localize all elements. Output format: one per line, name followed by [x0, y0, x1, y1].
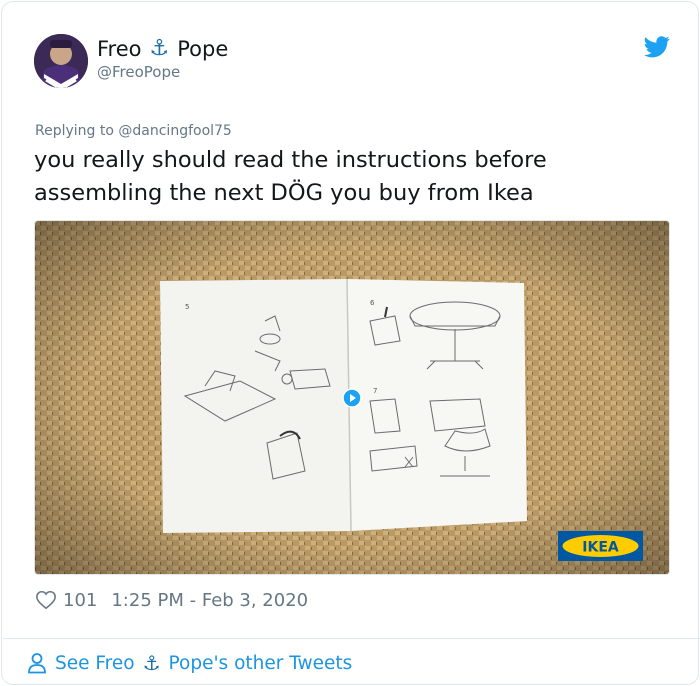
footer-divider: [3, 638, 700, 639]
tweet-timestamp[interactable]: 1:25 PM - Feb 3, 2020: [111, 590, 308, 611]
reply-context: Replying to @dancingfool75: [35, 123, 232, 139]
anchor-icon: ⚓: [149, 36, 170, 61]
twitter-bird-icon[interactable]: [644, 36, 670, 58]
see-other-tweets-link[interactable]: See Freo ⚓ Pope's other Tweets: [27, 650, 352, 676]
heart-icon[interactable]: [35, 589, 57, 611]
author-last-name[interactable]: Pope: [177, 37, 228, 61]
author-handle[interactable]: @FreoPope: [97, 63, 180, 81]
ikea-logo: IKEA: [558, 531, 643, 561]
tweet-meta: 101 1:25 PM - Feb 3, 2020: [35, 588, 308, 612]
avatar-image: [34, 34, 88, 88]
author-first-name[interactable]: Freo: [97, 37, 142, 61]
author-name[interactable]: Freo ⚓ Pope: [97, 36, 228, 62]
page-number-5: 5: [185, 303, 189, 311]
play-icon[interactable]: [342, 388, 362, 408]
tweet-text: you really should read the instructions …: [34, 147, 547, 206]
page-number-7: 7: [373, 387, 377, 395]
reply-to-handle[interactable]: @dancingfool75: [118, 123, 231, 139]
anchor-icon: ⚓: [142, 651, 161, 675]
tweet-card: Freo ⚓ Pope @FreoPope Replying to @danci…: [1, 1, 700, 685]
avatar[interactable]: [34, 34, 88, 88]
person-icon: [28, 653, 46, 674]
like-count[interactable]: 101: [63, 590, 97, 611]
reply-prefix: Replying to: [35, 123, 114, 139]
footer-link-prefix[interactable]: See Freo: [55, 653, 135, 674]
page-number-6: 6: [370, 299, 375, 307]
ikea-logo-text: IKEA: [582, 540, 619, 556]
footer-link-suffix[interactable]: Pope's other Tweets: [169, 653, 353, 674]
